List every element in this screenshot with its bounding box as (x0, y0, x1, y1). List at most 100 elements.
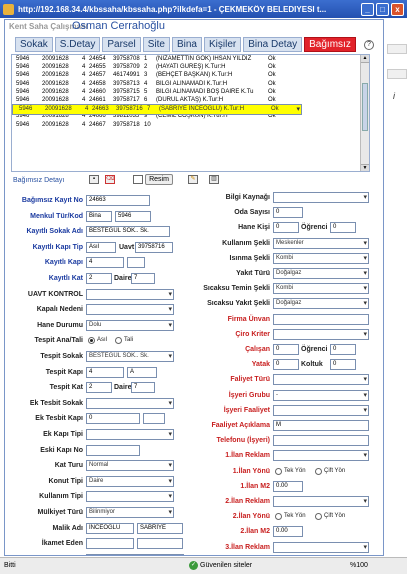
radio-tespit_ana_tali[interactable] (88, 337, 95, 345)
window-titlebar: http://192.168.34.4/kbssaha/kbssaha.php?… (0, 0, 407, 18)
select-sicaksu_temin[interactable]: Kombi (273, 283, 369, 295)
checkbox-icon[interactable] (133, 175, 143, 184)
radio-ilan1_yonu[interactable] (275, 467, 282, 475)
input-ikamet_eden[interactable] (86, 538, 134, 550)
select-ciro_kriter[interactable] (273, 328, 369, 340)
select-mulkiyet_turu[interactable]: Bilinmiyor (86, 507, 174, 518)
save-icon[interactable]: ▪ (89, 175, 99, 184)
input-ilan1_m2[interactable]: 0.00 (273, 480, 303, 492)
list-cell: (NIZAMETTIN GOK) IHSAN YILDIZ (156, 56, 252, 62)
trash-icon[interactable]: ▥ (209, 175, 219, 184)
list-item[interactable]: 5946 20091628 4 24657 46174991 3 (BEHÇET BAŞKA… (12, 71, 369, 79)
maximize-button[interactable]: □ (376, 2, 389, 16)
scroll-up-icon[interactable]: ▲ (361, 55, 369, 63)
listbox-scrollbar[interactable]: ▲ ▼ (360, 55, 369, 171)
tab-parsel[interactable]: Parsel (102, 37, 141, 52)
help-icon[interactable]: ? (364, 40, 374, 50)
input-kayitli_kapi[interactable]: 4 (86, 257, 124, 269)
scroll-thumb[interactable] (362, 83, 368, 131)
list-item[interactable]: 5946 20091628 4 24660 39758715 5 BILGI ALINAMA… (12, 88, 369, 96)
field-label-hane_durumu: Hane Durumu (37, 321, 83, 329)
select-kullanim_sekli[interactable]: Meskenler (273, 237, 369, 249)
list-item[interactable]: 5946 20091628 4 24658 39758713 4 BILGI ALINAMA… (12, 80, 369, 88)
radio-ilan1_yonu[interactable] (315, 467, 322, 475)
list-item[interactable]: 5946 20091628 4 24654 39758708 1 (NIZAMETTIN G… (12, 55, 369, 63)
input-tespit_kapi[interactable]: 4 (86, 366, 124, 378)
list-cell: 39758718 (113, 121, 140, 128)
input-hane_kisi[interactable]: 0 (330, 222, 356, 234)
radio-ilan2_yonu[interactable] (275, 513, 282, 521)
input-kayitli_kat[interactable]: 7 (131, 273, 155, 284)
select-kullanim_tipi[interactable] (86, 491, 174, 503)
select-ek_kapi_tipi[interactable] (86, 429, 174, 440)
select-isyeri_faaliyet[interactable] (273, 404, 369, 416)
input-eski_kapi_no[interactable] (86, 444, 140, 456)
select-bilgi_kaynagi[interactable] (273, 192, 369, 203)
input-ilan2_m2[interactable]: 0.00 (273, 526, 303, 538)
minimize-button[interactable]: _ (361, 2, 374, 16)
input-yatak[interactable]: 0 (330, 359, 356, 371)
records-listbox[interactable]: 5946 20091628 4 24654 39758708 1 (NIZAMETTIN G… (11, 54, 370, 172)
select-isyeri_grubu[interactable]: - (273, 389, 369, 401)
input-hane_kisi[interactable]: 0 (273, 222, 299, 234)
list-item[interactable]: 5946 20091628 4 24655 39758709 2 (HAYATI GUREŞ… (12, 63, 369, 71)
tab-bagimsiz[interactable]: Bağımsız (304, 37, 356, 52)
select-uavt_kontrol[interactable] (86, 288, 174, 300)
input-kayitli_kapi_tip[interactable]: Asıl (86, 241, 116, 253)
select-kat_turu[interactable]: Normal (86, 460, 174, 472)
list-item[interactable]: 5946 20091628 4 24661 39758717 6 (DURUL AKTAŞ)… (12, 96, 369, 104)
input-faaliyet_aciklama[interactable]: M (273, 420, 369, 431)
input-malik_adi[interactable]: İNCEOĞLU (86, 522, 134, 534)
tab-sokak[interactable]: Sokak (15, 37, 53, 52)
select-ilan1_reklam[interactable] (273, 450, 369, 462)
eraser-icon[interactable]: ⌫ (105, 175, 115, 184)
input-calisan[interactable]: 0 (330, 344, 356, 355)
list-cell: 20091628 (42, 72, 69, 79)
list-cell: 2 (144, 64, 148, 71)
input-ek_tesbit_kapi[interactable]: 0 (86, 413, 140, 425)
input-bagimsiz_kayit_no[interactable]: 24663 (86, 195, 150, 206)
input-yatak[interactable]: 0 (273, 359, 299, 371)
select-isinma_sekli[interactable]: Kombi (273, 252, 369, 264)
input-telefonu[interactable] (273, 435, 369, 447)
edit-icon[interactable]: ✎ (188, 175, 198, 184)
radio-tespit_ana_tali[interactable] (115, 337, 122, 345)
input-ek_tesbit_kapi[interactable] (143, 413, 165, 425)
select-yakit_turu[interactable]: Doğalgaz (273, 268, 369, 279)
tab-bina-detay[interactable]: Bina Detay (243, 37, 303, 52)
select-sicaksu_yakit[interactable]: Doğalgaz (273, 298, 369, 310)
input-firma_unvan[interactable] (273, 313, 369, 325)
input-oda_sayisi[interactable]: 0 (273, 207, 303, 219)
select-konut_tipi[interactable]: Daire (86, 475, 174, 487)
list-item[interactable]: 5946 20091628 4 24663 39758716 7 (SABRIYE İNCE… (12, 104, 302, 116)
select-kapali_nedeni[interactable] (86, 304, 174, 316)
select-hane_durumu[interactable]: Dolu (86, 319, 174, 331)
list-item[interactable]: 5946 20091628 4 24667 39758718 10 (12, 121, 369, 129)
select-tespit_sokak[interactable]: BESTEGÜL SOK.. Sk. (86, 351, 174, 362)
tab-site[interactable]: Site (142, 37, 170, 52)
input-menkul_tur_kod[interactable]: 5946 (115, 210, 151, 222)
field-label-kayitli_kapi: Kayıtlı Kapı (44, 259, 83, 267)
tab-sokak-detay[interactable]: S.Detay (54, 37, 101, 52)
zoom-level[interactable]: %100 (350, 562, 368, 569)
input-kayitli_kapi_tip[interactable]: 39758716 (135, 241, 173, 253)
select-ilan2_reklam[interactable] (273, 496, 369, 507)
tab-kisiler[interactable]: Kişiler (203, 37, 242, 52)
select-ek_tesbit_sokak[interactable] (86, 397, 174, 409)
resim-button[interactable]: Resim (145, 174, 173, 185)
input-menkul_tur_kod[interactable]: Bina (86, 210, 112, 222)
tab-bina[interactable]: Bina (171, 37, 202, 52)
radio-ilan2_yonu[interactable] (315, 513, 322, 521)
select-ilan3_reklam[interactable] (273, 541, 369, 553)
input-aciklama[interactable]: (SABRİYE İNCEOĞLU) K.Tur: (86, 553, 184, 555)
close-button[interactable]: x (391, 2, 404, 16)
input-tespit_kat[interactable]: 2 (86, 382, 112, 394)
select-faliyet_turu[interactable] (273, 374, 369, 386)
input-tespit_kapi[interactable]: A (127, 366, 157, 378)
input-kayitli_kat[interactable]: 2 (86, 273, 112, 284)
scroll-down-icon[interactable]: ▼ (361, 164, 369, 171)
input-kayitli_kapi[interactable] (127, 257, 145, 269)
input-tespit_kat[interactable]: 7 (131, 382, 155, 394)
input-calisan[interactable]: 0 (273, 344, 299, 355)
input-kayitli_sokak_adi[interactable]: BESTEGÜL SOK.. Sk. (86, 226, 170, 238)
